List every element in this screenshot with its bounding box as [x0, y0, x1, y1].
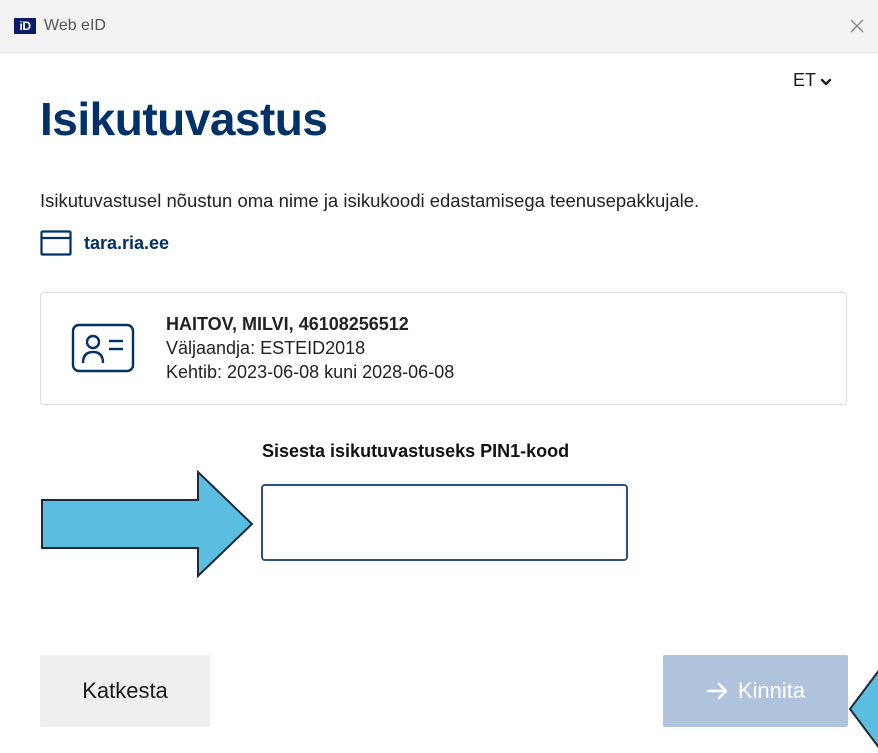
- web-eid-logo: iD: [14, 18, 36, 34]
- language-selector[interactable]: ET: [793, 70, 832, 91]
- origin-label: tara.ria.ee: [84, 232, 170, 253]
- chevron-down-icon: [820, 78, 832, 85]
- certificate-issuer: Väljaandja: ESTEID2018: [166, 338, 366, 358]
- consent-text: Isikutuvastusel nõustun oma nime ja isik…: [40, 190, 700, 211]
- confirm-button[interactable]: Kinnita: [663, 655, 848, 727]
- pin-label: Sisesta isikutuvastuseks PIN1-kood: [262, 441, 570, 461]
- close-icon[interactable]: [843, 12, 871, 40]
- page-title: Isikutuvastus: [40, 93, 328, 145]
- cancel-button[interactable]: Katkesta: [40, 655, 210, 727]
- certificate-holder: HAITOV, MILVI, 46108256512: [166, 314, 409, 334]
- certificate-validity: Kehtib: 2023-06-08 kuni 2028-06-08: [166, 362, 455, 382]
- pin-input[interactable]: [261, 484, 628, 561]
- id-card-icon: [71, 323, 135, 373]
- language-label: ET: [793, 70, 817, 90]
- browser-window-icon: [40, 230, 72, 256]
- window-title: Web eID: [44, 17, 106, 34]
- annotation-arrow-icon: [41, 470, 254, 578]
- arrow-right-icon: [706, 682, 728, 700]
- annotation-arrow-icon: [848, 670, 878, 748]
- origin-row: tara.ria.ee: [40, 229, 169, 257]
- confirm-button-label: Kinnita: [737, 678, 806, 703]
- title-bar: iD Web eID: [0, 0, 878, 53]
- certificate-details: HAITOV, MILVI, 46108256512 Väljaandja: E…: [166, 312, 454, 384]
- certificate-card: HAITOV, MILVI, 46108256512 Väljaandja: E…: [40, 292, 847, 405]
